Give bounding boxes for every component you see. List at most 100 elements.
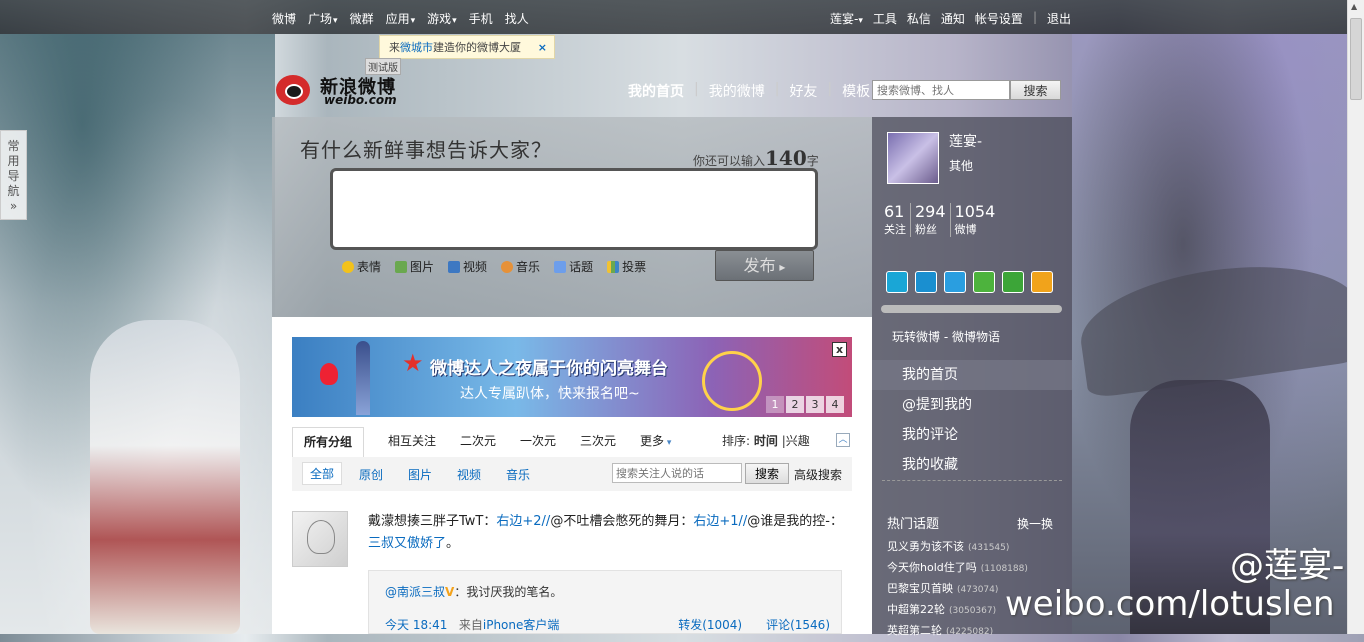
- collapse-icon[interactable]: ︿: [836, 433, 850, 447]
- scrollbar-thumb[interactable]: [1350, 18, 1362, 100]
- scrollbar[interactable]: ▲: [1347, 0, 1364, 634]
- tab-all-groups[interactable]: 所有分组: [292, 427, 365, 458]
- top-nav-apps[interactable]: 应用: [386, 10, 416, 27]
- apps-expand-bar[interactable]: [881, 305, 1062, 313]
- post-link[interactable]: 三叔又傲娇了: [368, 536, 446, 551]
- filter-all[interactable]: 全部: [302, 462, 343, 485]
- recycle-icon[interactable]: [1002, 271, 1024, 293]
- tip-close-button[interactable]: ×: [538, 36, 547, 60]
- feed-search-input[interactable]: [612, 463, 742, 483]
- tab-1d[interactable]: 一次元: [520, 427, 556, 456]
- sort-interest[interactable]: 兴趣: [786, 434, 810, 448]
- main-nav-friends[interactable]: 好友: [779, 81, 827, 101]
- quick-nav-tab[interactable]: 常用导航 »: [0, 130, 27, 220]
- filter-images[interactable]: 图片: [408, 466, 432, 483]
- feed-search-button[interactable]: 搜索: [745, 463, 789, 484]
- repost-link[interactable]: 转发(1004): [678, 618, 742, 632]
- comment-link[interactable]: 评论(1546): [766, 618, 830, 632]
- share-icon[interactable]: [915, 271, 937, 293]
- top-bar: 微博 广场 微群 应用 游戏 手机 找人 莲宴-▾ 工具 私信 通知 帐号设置 …: [0, 0, 1364, 34]
- tab-more[interactable]: 更多 ▾: [640, 427, 671, 456]
- tools-link[interactable]: 工具: [873, 10, 897, 27]
- promo-link[interactable]: 玩转微博 - 微博物语: [892, 328, 1000, 345]
- scroll-up-icon[interactable]: ▲: [1351, 2, 1357, 11]
- video-icon: [448, 260, 461, 273]
- search-input[interactable]: [872, 80, 1010, 100]
- sidebar-item-comments[interactable]: 我的评论: [872, 420, 1072, 450]
- account-settings-link[interactable]: 帐号设置: [975, 10, 1023, 27]
- search-button[interactable]: 搜索: [1010, 80, 1061, 100]
- messages-link[interactable]: 私信: [907, 10, 931, 27]
- sidebar-item-home[interactable]: 我的首页: [872, 360, 1072, 390]
- event-banner[interactable]: ★ 微博达人之夜属于你的闪亮舞台 达人专属趴体，快来报名吧~ 1 2 3 4: [292, 337, 852, 417]
- star-icon: ★: [402, 349, 424, 377]
- smiley-icon: [342, 260, 354, 273]
- stat-followers[interactable]: 294 粉丝: [915, 203, 951, 237]
- list-item[interactable]: 英超第二轮 (4225082): [887, 621, 1067, 642]
- list-item[interactable]: 今天你hold住了吗 (1108188): [887, 558, 1067, 579]
- notebook-icon[interactable]: [886, 271, 908, 293]
- stat-posts[interactable]: 1054 微博: [955, 203, 1000, 237]
- banner-page-2[interactable]: 2: [786, 396, 804, 413]
- post-source-link[interactable]: iPhone客户端: [483, 618, 560, 632]
- banner-page-1[interactable]: 1: [766, 396, 784, 413]
- tab-mutual[interactable]: 相互关注: [388, 427, 436, 456]
- top-nav-groups[interactable]: 微群: [350, 10, 374, 27]
- tool-poll[interactable]: 投票: [607, 258, 646, 275]
- top-nav-mobile[interactable]: 手机: [469, 10, 493, 27]
- post-textarea[interactable]: [330, 168, 818, 250]
- tool-image[interactable]: 图片: [395, 258, 434, 275]
- top-nav-weibo[interactable]: 微博: [272, 10, 296, 27]
- notifications-link[interactable]: 通知: [941, 10, 965, 27]
- filter-video[interactable]: 视频: [457, 466, 481, 483]
- banner-pager: 1 2 3 4: [766, 396, 844, 413]
- banner-close-button[interactable]: x: [832, 342, 847, 357]
- divider: |: [1032, 10, 1037, 24]
- sidebar-nav: 我的首页 @提到我的 我的评论 我的收藏: [872, 360, 1072, 480]
- sidebar-item-mentions[interactable]: @提到我的: [872, 390, 1072, 420]
- top-nav-find-people[interactable]: 找人: [505, 10, 529, 27]
- chevron-down-icon: ▾: [858, 16, 863, 26]
- hand-icon[interactable]: [944, 271, 966, 293]
- banner-page-3[interactable]: 3: [806, 396, 824, 413]
- sort-time[interactable]: 时间: [754, 434, 778, 448]
- filter-original[interactable]: 原创: [359, 466, 383, 483]
- weibo-logo[interactable]: 新浪微博 weibo.com 测试版: [276, 58, 406, 111]
- tool-music[interactable]: 音乐: [501, 258, 540, 275]
- list-item[interactable]: 见义勇为该不该 (431545): [887, 537, 1067, 558]
- stat-following[interactable]: 61 关注: [884, 203, 911, 237]
- hot-topics-refresh[interactable]: 换一换: [1017, 515, 1053, 532]
- filter-music[interactable]: 音乐: [506, 466, 530, 483]
- emoticon-icon[interactable]: [1031, 271, 1053, 293]
- avatar[interactable]: [292, 511, 348, 567]
- main-nav-home[interactable]: 我的首页: [618, 81, 694, 101]
- user-menu-button[interactable]: 莲宴-▾: [830, 10, 863, 27]
- profile-name[interactable]: 莲宴-: [949, 131, 982, 151]
- filter-bar: 全部 原创 图片 视频 音乐 搜索 高级搜索: [292, 457, 852, 491]
- post-time[interactable]: 今天 18:41: [385, 618, 447, 632]
- publisher-prompt: 有什么新鲜事想告诉大家？: [300, 138, 552, 162]
- avatar[interactable]: [887, 132, 939, 184]
- tool-video[interactable]: 视频: [448, 258, 487, 275]
- thumbs-up-icon[interactable]: [973, 271, 995, 293]
- tip-link[interactable]: 微城市: [400, 41, 433, 54]
- post-link[interactable]: 右边+1//: [693, 514, 747, 529]
- logout-link[interactable]: 退出: [1047, 10, 1071, 27]
- profile-stats: 61 关注 294 粉丝 1054 微博: [884, 203, 1003, 237]
- tool-topic[interactable]: 话题: [554, 258, 593, 275]
- tab-3d[interactable]: 三次元: [580, 427, 616, 456]
- banner-page-4[interactable]: 4: [826, 396, 844, 413]
- profile-location: 其他: [949, 159, 974, 173]
- post-link[interactable]: 右边+2//: [496, 514, 550, 529]
- sidebar-item-favorites[interactable]: 我的收藏: [872, 450, 1072, 480]
- tab-2d[interactable]: 二次元: [460, 427, 496, 456]
- top-nav-square[interactable]: 广场: [308, 10, 338, 27]
- top-nav-games[interactable]: 游戏: [427, 10, 457, 27]
- main-nav-my-weibo[interactable]: 我的微博: [699, 81, 775, 101]
- quoted-user-link[interactable]: @南派三叔: [385, 585, 445, 599]
- right-sidebar: 莲宴- 其他 61 关注 294 粉丝 1054 微博 玩转微博 - 微博物语 我的首…: [872, 117, 1072, 637]
- publish-button[interactable]: 发布: [715, 250, 814, 281]
- app-shortcuts: [886, 271, 1053, 293]
- advanced-search-link[interactable]: 高级搜索: [794, 466, 842, 483]
- tool-emoticon[interactable]: 表情: [342, 258, 381, 275]
